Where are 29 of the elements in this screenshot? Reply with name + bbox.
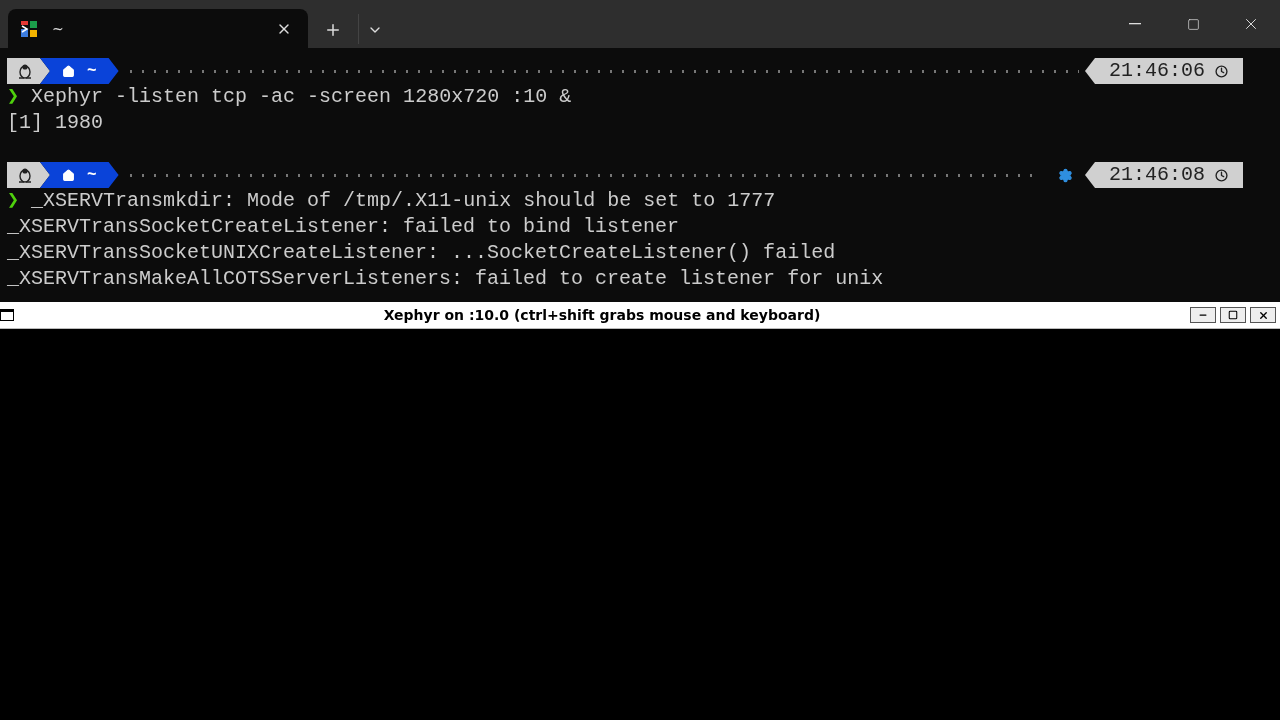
- clock-icon: [1215, 168, 1228, 182]
- maximize-icon: [1186, 17, 1200, 31]
- time-text: 21:46:06: [1109, 58, 1205, 84]
- command-line: ❯ _XSERVTransmkdir: Mode of /tmp/.X11-unix should be set to 1777: [7, 188, 777, 214]
- tab-title: ~: [52, 20, 65, 37]
- path-text: ~: [87, 165, 97, 186]
- output-line: _XSERVTransSocketCreateListener: failed to bind listener: [7, 214, 681, 240]
- minimize-icon: [1129, 23, 1141, 25]
- close-button[interactable]: [1250, 307, 1276, 323]
- home-icon: [62, 64, 75, 78]
- xephyr-title: Xephyr on :10.0 (ctrl+shift grabs mouse and keyboard): [382, 307, 822, 323]
- maximize-button[interactable]: [1220, 307, 1246, 323]
- output-line: [1] 1980: [7, 110, 104, 136]
- command-line: ❯ Xephyr -listen tcp -ac -screen 1280x720 :10 &: [7, 84, 573, 110]
- minimize-button[interactable]: [1190, 307, 1216, 323]
- close-icon: [1257, 309, 1269, 321]
- penguin-icon: [18, 63, 32, 79]
- maximize-icon: [1228, 310, 1238, 320]
- plus-icon: [324, 21, 342, 39]
- output-line: _XSERVTransSocketUNIXCreateListener: ...SocketCreateListener() failed: [7, 240, 837, 266]
- penguin-icon: [18, 167, 32, 183]
- window-menu-icon[interactable]: [0, 309, 14, 321]
- output-line: _XSERVTransMakeAllCOTSServerListeners: failed to create listener for unix: [7, 266, 885, 292]
- terminal-app-icon: [20, 19, 38, 38]
- clock-icon: [1215, 64, 1228, 78]
- home-icon: [62, 168, 75, 182]
- time-text: 21:46:08: [1109, 162, 1205, 188]
- path-text: ~: [87, 61, 97, 82]
- terminal-tab[interactable]: ~: [8, 9, 308, 48]
